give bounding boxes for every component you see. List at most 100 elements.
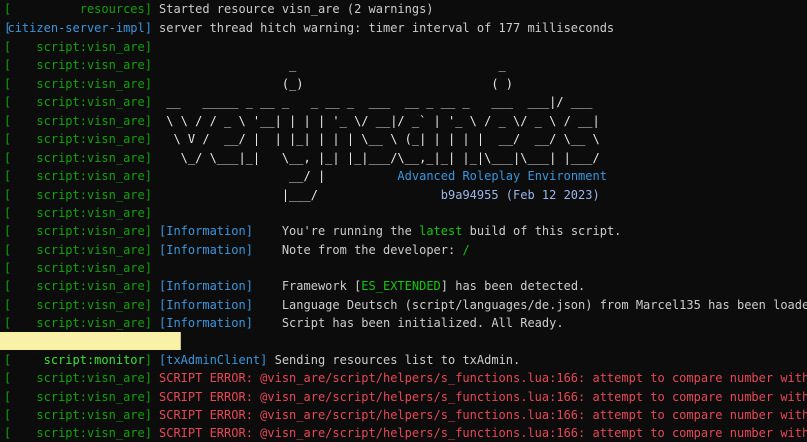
log-message: \_/ \___|_| \__, |_| |_|___/\__,_|_| |_|… xyxy=(159,149,600,167)
log-source: script:visn_are] xyxy=(0,241,152,259)
source-bracket: ] xyxy=(144,151,152,165)
log-source: script:visn_are] xyxy=(0,112,152,130)
log-source: script:visn_are] xyxy=(0,38,152,56)
source-name: script:visn_are xyxy=(36,151,145,165)
source-bracket: ] xyxy=(144,224,152,238)
log-source: script:visn_are] xyxy=(0,130,152,148)
log-message: [Information] Script has been initialize… xyxy=(159,314,564,332)
source-bracket: ] xyxy=(144,58,152,72)
source-bracket: ] xyxy=(144,169,152,183)
log-source: script:visn_are] xyxy=(0,406,152,424)
log-source: script:visn_are] xyxy=(0,204,152,222)
console-line: [script:visn_are] [Information] Language … xyxy=(0,296,807,314)
source-name: resources xyxy=(79,2,145,16)
message-segment: Sending resources list to txAdmin. xyxy=(267,353,521,367)
source-name: citizen-server-impl xyxy=(7,21,145,35)
message-segment: \ \ / / _ \ '__| | | | '_ \/ __|/ _` | '… xyxy=(159,114,600,128)
source-bracket: ] xyxy=(144,298,152,312)
source-name: script:visn_are xyxy=(36,279,145,293)
message-segment: ES_EXTENDED xyxy=(361,279,441,293)
message-segment: ] has been detected. xyxy=(440,279,586,293)
console-line: [script:visn_are] xyxy=(0,204,807,222)
message-segment: [Information] xyxy=(159,316,253,330)
log-source: script:visn_are] xyxy=(0,388,152,406)
source-name: script:visn_are xyxy=(36,243,145,257)
log-message: [txAdminClient] Sending resources list t… xyxy=(159,351,520,369)
message-segment: [Information] xyxy=(159,224,253,238)
log-source: script:visn_are] xyxy=(0,149,152,167)
source-name: script:visn_are xyxy=(36,224,145,238)
message-segment: [Information] xyxy=(159,279,253,293)
command-input[interactable]: > txaReportResources xyxy=(0,332,182,366)
source-bracket: ] xyxy=(144,371,152,385)
console-line: [script:visn_are] [Information] Framework… xyxy=(0,277,807,295)
message-segment: Started resource visn_are (2 warnings) xyxy=(159,2,434,16)
message-segment: [Information] xyxy=(159,243,253,257)
log-source: script:visn_are] xyxy=(0,369,152,387)
log-source: citizen-server-impl] xyxy=(0,19,152,37)
message-segment: _ _ xyxy=(159,58,506,72)
console-line: [script:visn_are] \ \ / / _ \ '__| | | |… xyxy=(0,112,807,130)
source-name: script:visn_are xyxy=(36,77,145,91)
console-line: [script:visn_are] \_/ \___|_| \__, |_| |… xyxy=(0,149,807,167)
log-message: \ V / __/ | | |_| | | | \__ \ (_| | | | … xyxy=(159,130,599,148)
log-message: _ _ xyxy=(159,56,506,74)
console-line: [script:visn_are] [Information] You're ru… xyxy=(0,222,807,240)
message-segment: __ _____ _ __ _ _ __ _ ___ __ _ __ _ ___… xyxy=(159,95,593,109)
console-line: [script:visn_are] SCRIPT ERROR: @visn_are… xyxy=(0,424,807,442)
console-line: [script:visn_are] (_) ( ) xyxy=(0,75,807,93)
console-line: [script:visn_are] SCRIPT ERROR: @visn_are… xyxy=(0,388,807,406)
source-bracket: ] xyxy=(144,206,152,220)
source-name: script:visn_are xyxy=(36,188,145,202)
source-name: script:visn_are xyxy=(36,408,145,422)
message-segment: |___/ xyxy=(159,188,441,202)
source-bracket: ] xyxy=(144,408,152,422)
message-segment: [txAdminClient] xyxy=(159,353,268,367)
log-source: script:visn_are] xyxy=(0,296,152,314)
message-segment: Note from the developer: xyxy=(252,243,463,257)
log-message: |___/ b9a94955 (Feb 12 2023) xyxy=(159,186,600,204)
source-bracket: ] xyxy=(144,426,152,440)
source-name: script:visn_are xyxy=(36,114,145,128)
log-source: script:visn_are] xyxy=(0,93,152,111)
message-segment: (_) ( ) xyxy=(159,77,514,91)
source-bracket: ] xyxy=(144,40,152,54)
log-source: script:visn_are] xyxy=(0,314,152,332)
source-name: script:visn_are xyxy=(36,426,145,440)
log-message: \ \ / / _ \ '__| | | | '_ \/ __|/ _` | '… xyxy=(159,112,600,130)
log-source: script:monitor] xyxy=(0,351,152,369)
log-source: script:visn_are] xyxy=(0,186,152,204)
message-segment: latest xyxy=(419,224,463,238)
log-source: script:visn_are] xyxy=(0,277,152,295)
log-message: [Information] Framework [ES_EXTENDED] ha… xyxy=(159,277,585,295)
source-bracket: ] xyxy=(144,188,152,202)
log-source: script:visn_are] xyxy=(0,56,152,74)
source-name: script:monitor xyxy=(43,353,145,367)
message-segment: Framework [ xyxy=(252,279,362,293)
console-line: [script:visn_are] [Information] Note from… xyxy=(0,241,807,259)
source-bracket: ] xyxy=(144,353,152,367)
message-segment: \_/ \___|_| \__, |_| |_|___/\__,_|_| |_|… xyxy=(159,151,600,165)
message-segment: build of this script. xyxy=(462,224,622,238)
log-message: [Information] Language Deutsch (script/l… xyxy=(159,296,807,314)
console-line: [script:visn_are] __/ | Advanced Rolepla… xyxy=(0,167,807,185)
console-line: [script:visn_are] xyxy=(0,38,807,56)
message-segment: SCRIPT ERROR: @visn_are/script/helpers/s… xyxy=(159,390,807,404)
console-line: [citizen-server-impl] server thread hitch… xyxy=(0,19,807,37)
console-line: [script:visn_are] \ V / __/ | | |_| | | … xyxy=(0,130,807,148)
message-segment: / xyxy=(462,243,470,257)
source-name: script:visn_are xyxy=(36,169,145,183)
log-source: script:visn_are] xyxy=(0,75,152,93)
console-line: [script:visn_are] |___/ b9a94955 (Feb 12… xyxy=(0,186,807,204)
log-message: SCRIPT ERROR: @visn_are/script/helpers/s… xyxy=(159,388,807,406)
source-bracket: ] xyxy=(144,390,152,404)
console-line: [resources] Started resource visn_are (2 … xyxy=(0,0,807,18)
log-message: SCRIPT ERROR: @visn_are/script/helpers/s… xyxy=(159,369,807,387)
message-segment: You're running the xyxy=(252,224,420,238)
source-bracket: ] xyxy=(144,261,152,275)
log-message: SCRIPT ERROR: @visn_are/script/helpers/s… xyxy=(159,406,807,424)
source-name: script:visn_are xyxy=(36,390,145,404)
console-line: [script:visn_are] SCRIPT ERROR: @visn_are… xyxy=(0,369,807,387)
source-bracket: ] xyxy=(144,21,152,35)
log-source: script:visn_are] xyxy=(0,167,152,185)
